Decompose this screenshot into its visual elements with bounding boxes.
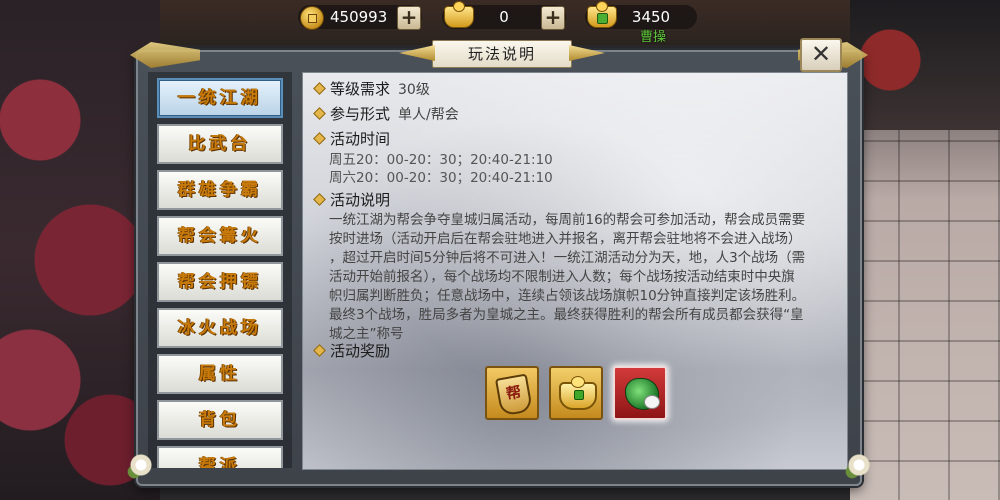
desc-line: ，超过开启时间5分钟后将不可进入！一统江湖活动分为天，地，人3个战场（需 [329, 250, 806, 266]
background-courtyard [850, 0, 1000, 500]
sidebar-item-biwutai[interactable]: 比武台 [157, 124, 283, 164]
activity-reward-heading: 活动奖励 [313, 341, 390, 361]
sidebar-item-binghuozhanchang[interactable]: 冰火战场 [157, 308, 283, 348]
gold-amount: 450993 [330, 8, 388, 26]
bag-glyph: 帮 [504, 382, 523, 404]
yuanbao-amount: 0 [499, 8, 509, 26]
activity-description-heading: 活动说明 [313, 190, 390, 210]
bullet-diamond-icon [313, 82, 326, 95]
gold-coin-icon [300, 6, 324, 30]
reward-item-title[interactable] [613, 366, 667, 420]
dialog-title: 玩法说明 [432, 40, 572, 68]
bullet-diamond-icon [313, 193, 326, 206]
title-jade-item-icon [625, 378, 660, 410]
sidebar-item-qunxiongzhengba[interactable]: 群雄争霸 [157, 170, 283, 210]
desc-line: 活动开始前报名），每个战场均不限制进入人数；每个战场按活动结束时中央旗 [329, 269, 795, 285]
corner-flower-icon [124, 448, 158, 482]
time-line-saturday: 周六20：00-20：30；20:40-21:10 [329, 170, 553, 186]
desc-label: 活动说明 [330, 191, 391, 209]
level-label: 等级需求 [330, 80, 391, 98]
sidebar: 一统江湖 比武台 群雄争霸 帮会篝火 帮会押镖 冰火战场 属性 背包 帮派 [148, 72, 292, 468]
add-yuanbao-button[interactable]: + [541, 6, 565, 30]
reward-item-gang-bag[interactable]: 帮 [485, 366, 539, 420]
activity-time-heading: 活动时间 [313, 129, 390, 149]
player-name: 曹操 [640, 30, 667, 45]
level-value: 30级 [398, 82, 430, 98]
time-line-friday: 周五20：00-20：30；20:40-21:10 [329, 152, 553, 168]
time-label: 活动时间 [330, 130, 391, 148]
activity-description: 一统江湖为帮会争夺皇城归属活动，每周前16的帮会可参加活动，帮会成员需要 按时进… [329, 211, 829, 344]
corner-flower-icon [842, 448, 876, 482]
bullet-diamond-icon [313, 344, 326, 357]
bullet-diamond-icon [313, 107, 326, 120]
participation-form: 参与形式 单人/帮会 [313, 104, 459, 124]
bound-yuanbao-ingot-icon [559, 376, 597, 410]
sidebar-item-banghuiyabiao[interactable]: 帮会押镖 [157, 262, 283, 302]
form-label: 参与形式 [330, 105, 391, 123]
sidebar-item-bangpai[interactable]: 帮派 [157, 446, 283, 468]
sidebar-item-shuxing[interactable]: 属性 [157, 354, 283, 394]
sidebar-item-yitongjianghu[interactable]: 一统江湖 [157, 78, 283, 118]
desc-line: 按时进场（活动开启后在帮会驻地进入并报名，离开帮会驻地将不会进入战场） [329, 231, 802, 247]
yuanbao-currency: 0 + [442, 1, 566, 30]
desc-line: 帜归属判断胜负；任意战场中，连续占领该战场旗帜10分钟直接判定该场胜利。 [329, 288, 806, 304]
gold-currency: 450993 + [298, 5, 422, 30]
gang-contribution-bag-icon: 帮 [494, 373, 534, 417]
bound-yuanbao-icon [587, 1, 617, 28]
reward-label: 活动奖励 [330, 342, 391, 360]
rules-content-panel: 等级需求 30级 参与形式 单人/帮会 活动时间 周五20：00-20：30；20:… [302, 72, 848, 470]
level-requirement: 等级需求 30级 [313, 79, 430, 99]
desc-line: 最终3个战场，胜局多者为皇城之主。最终获得胜利的帮会所有成员都会获得“皇 [329, 307, 804, 323]
form-value: 单人/帮会 [398, 107, 459, 123]
lock-badge-icon [574, 390, 584, 400]
sidebar-item-beibao[interactable]: 背包 [157, 400, 283, 440]
desc-line: 一统江湖为帮会争夺皇城归属活动，每周前16的帮会可参加活动，帮会成员需要 [329, 212, 806, 228]
desc-line: 城之主”称号 [329, 326, 404, 342]
close-button[interactable]: ✕ [800, 38, 842, 72]
reward-item-bound-yuanbao[interactable] [549, 366, 603, 420]
bullet-diamond-icon [313, 132, 326, 145]
add-gold-button[interactable]: + [397, 6, 421, 30]
background-roof [850, 0, 1000, 130]
sidebar-item-banghuigouhuo[interactable]: 帮会篝火 [157, 216, 283, 256]
